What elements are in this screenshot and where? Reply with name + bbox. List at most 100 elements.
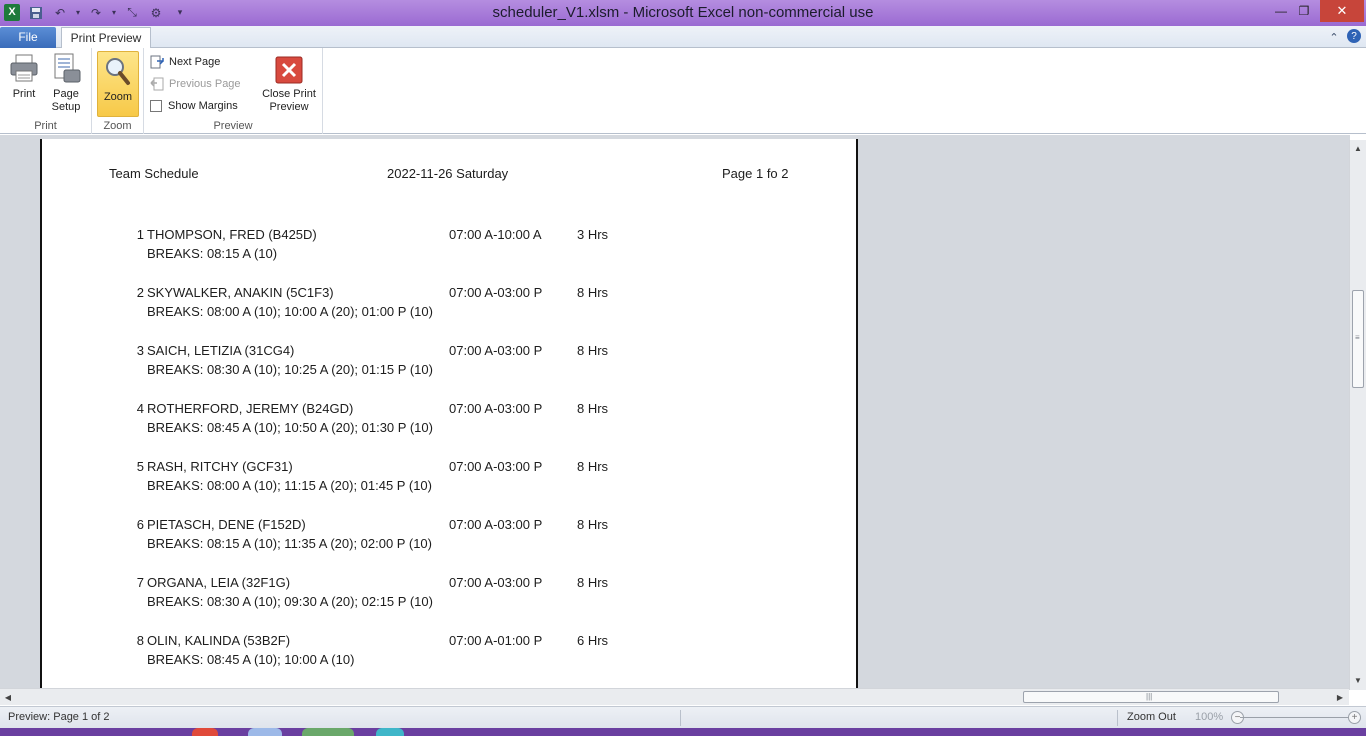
previous-page-icon bbox=[150, 77, 164, 91]
scroll-right-icon[interactable]: ▶ bbox=[1332, 689, 1348, 705]
checkbox-icon bbox=[150, 100, 162, 112]
ribbon: Print Page Setup Print Zoom Zoom Preview… bbox=[0, 48, 1366, 134]
breaks-text: BREAKS: 08:30 A (10); 10:25 A (20); 01:1… bbox=[147, 362, 433, 377]
preview-page: Team Schedule 2022-11-26 Saturday Page 1… bbox=[40, 139, 858, 688]
entry-number: 1 bbox=[136, 227, 144, 242]
previous-page-button[interactable]: Previous Page bbox=[150, 75, 241, 93]
entry-number: 6 bbox=[136, 517, 144, 532]
close-print-preview-button[interactable]: Close Print Preview bbox=[258, 52, 320, 114]
tab-file[interactable]: File bbox=[0, 27, 56, 48]
status-bar: Preview: Page 1 of 2 Zoom Out 100% − + bbox=[0, 706, 1366, 728]
show-margins-label: Show Margins bbox=[168, 100, 238, 112]
zoom-out-label[interactable]: Zoom Out bbox=[1127, 711, 1176, 723]
breaks-text: BREAKS: 08:15 A (10) bbox=[147, 246, 278, 261]
title-bar: X ↶ ▾ ↷ ▾ ⤡ ⚙ ▾ scheduler_V1.xlsm - Micr… bbox=[0, 0, 1366, 26]
shift-time: 07:00 A-03:00 P bbox=[449, 401, 543, 416]
header-right: Page 1 fo 2 bbox=[722, 166, 789, 181]
page-setup-label-line2: Setup bbox=[51, 101, 81, 113]
page-setup-label-line1: Page bbox=[53, 88, 79, 100]
breaks-text: BREAKS: 08:00 A (10); 10:00 A (20); 01:0… bbox=[147, 304, 433, 319]
close-red-x-icon bbox=[275, 56, 303, 84]
scroll-up-icon[interactable]: ▲ bbox=[1350, 140, 1366, 156]
close-window-icon[interactable]: ✕ bbox=[1320, 0, 1364, 22]
zoom-label: Zoom bbox=[103, 91, 133, 103]
minimize-ribbon-icon[interactable]: ⌃ bbox=[1326, 29, 1342, 45]
taskbar bbox=[0, 728, 1366, 736]
entry-number: 8 bbox=[136, 633, 144, 648]
taskbar-app-icon[interactable] bbox=[376, 728, 404, 736]
header-left: Team Schedule bbox=[109, 166, 199, 181]
printer-icon bbox=[10, 54, 38, 82]
horizontal-scrollbar[interactable]: ◀ ||| ▶ bbox=[0, 688, 1349, 705]
zoom-percent[interactable]: 100% bbox=[1195, 711, 1223, 723]
show-margins-checkbox[interactable]: Show Margins bbox=[150, 97, 238, 115]
close-preview-label-line1: Close Print bbox=[262, 88, 316, 100]
employee-name: PIETASCH, DENE (F152D) bbox=[147, 517, 306, 532]
breaks-text: BREAKS: 08:45 A (10); 10:50 A (20); 01:3… bbox=[147, 420, 433, 435]
shift-hours: 3 Hrs bbox=[577, 227, 609, 242]
entry-number: 3 bbox=[136, 343, 144, 358]
entry-number: 2 bbox=[136, 285, 144, 300]
employee-name: ROTHERFORD, JEREMY (B24GD) bbox=[147, 401, 354, 416]
zoom-button[interactable]: Zoom bbox=[97, 51, 139, 117]
zoom-in-icon[interactable]: + bbox=[1348, 711, 1361, 724]
tab-print-preview[interactable]: Print Preview bbox=[61, 27, 151, 49]
status-text: Preview: Page 1 of 2 bbox=[8, 711, 110, 723]
shift-hours: 8 Hrs bbox=[577, 401, 609, 416]
window-title: scheduler_V1.xlsm - Microsoft Excel non-… bbox=[492, 4, 874, 21]
scroll-left-icon[interactable]: ◀ bbox=[0, 689, 16, 705]
shift-hours: 8 Hrs bbox=[577, 459, 609, 474]
scroll-down-icon[interactable]: ▼ bbox=[1350, 672, 1366, 688]
shift-time: 07:00 A-03:00 P bbox=[449, 285, 543, 300]
shift-time: 07:00 A-10:00 A bbox=[449, 227, 542, 242]
entry-number: 7 bbox=[136, 575, 144, 590]
shift-hours: 8 Hrs bbox=[577, 517, 609, 532]
shift-hours: 8 Hrs bbox=[577, 575, 609, 590]
breaks-text: BREAKS: 08:15 A (10); 11:35 A (20); 02:0… bbox=[147, 536, 432, 551]
print-group: Print Page Setup Print bbox=[0, 48, 92, 134]
breaks-text: BREAKS: 08:45 A (10); 10:00 A (10) bbox=[147, 652, 355, 667]
shift-time: 07:00 A-03:00 P bbox=[449, 517, 543, 532]
page-setup-button[interactable]: Page Setup bbox=[46, 52, 86, 114]
restore-icon[interactable]: ❐ bbox=[1291, 0, 1317, 22]
shift-time: 07:00 A-01:00 P bbox=[449, 633, 543, 648]
taskbar-app-icon[interactable] bbox=[248, 728, 282, 736]
entry-number: 4 bbox=[136, 401, 144, 416]
taskbar-app-icon[interactable] bbox=[192, 728, 218, 736]
employee-name: ORGANA, LEIA (32F1G) bbox=[147, 575, 291, 590]
magnifier-icon bbox=[106, 58, 130, 85]
zoom-group-label: Zoom bbox=[103, 120, 132, 132]
taskbar-app-icon[interactable] bbox=[302, 728, 354, 736]
shift-hours: 8 Hrs bbox=[577, 285, 609, 300]
horizontal-scroll-thumb[interactable]: ||| bbox=[1023, 691, 1279, 703]
vertical-scrollbar[interactable]: ▲ ≡ ▼ bbox=[1349, 140, 1366, 690]
employee-name: THOMPSON, FRED (B425D) bbox=[147, 227, 317, 242]
next-page-label: Next Page bbox=[169, 56, 221, 68]
next-page-button[interactable]: Next Page bbox=[150, 53, 220, 71]
shift-hours: 6 Hrs bbox=[577, 633, 609, 648]
status-separator bbox=[1117, 710, 1118, 726]
employee-name: SAICH, LETIZIA (31CG4) bbox=[147, 343, 295, 358]
employee-name: SKYWALKER, ANAKIN (5C1F3) bbox=[147, 285, 334, 300]
close-preview-label-line2: Preview bbox=[269, 101, 309, 113]
zoom-slider[interactable] bbox=[1240, 717, 1352, 718]
previous-page-label: Previous Page bbox=[169, 78, 241, 90]
preview-group-label: Preview bbox=[213, 120, 253, 132]
next-page-icon bbox=[150, 55, 164, 69]
print-group-label: Print bbox=[34, 120, 57, 132]
shift-time: 07:00 A-03:00 P bbox=[449, 459, 543, 474]
header-center: 2022-11-26 Saturday bbox=[387, 166, 509, 181]
vertical-scroll-thumb[interactable]: ≡ bbox=[1352, 290, 1364, 388]
print-preview-area[interactable]: Team Schedule 2022-11-26 Saturday Page 1… bbox=[0, 135, 1350, 688]
shift-time: 07:00 A-03:00 P bbox=[449, 575, 543, 590]
breaks-text: BREAKS: 08:30 A (10); 09:30 A (20); 02:1… bbox=[147, 594, 433, 609]
employee-name: OLIN, KALINDA (53B2F) bbox=[147, 633, 291, 648]
shift-time: 07:00 A-03:00 P bbox=[449, 343, 543, 358]
page-setup-icon bbox=[54, 53, 81, 83]
help-icon[interactable]: ? bbox=[1347, 29, 1361, 43]
ribbon-tab-row: File Print Preview ⌃ ? bbox=[0, 26, 1366, 49]
entry-number: 5 bbox=[136, 459, 144, 474]
print-button[interactable]: Print bbox=[6, 52, 42, 101]
print-label: Print bbox=[12, 88, 36, 100]
breaks-text: BREAKS: 08:00 A (10); 11:15 A (20); 01:4… bbox=[147, 478, 432, 493]
